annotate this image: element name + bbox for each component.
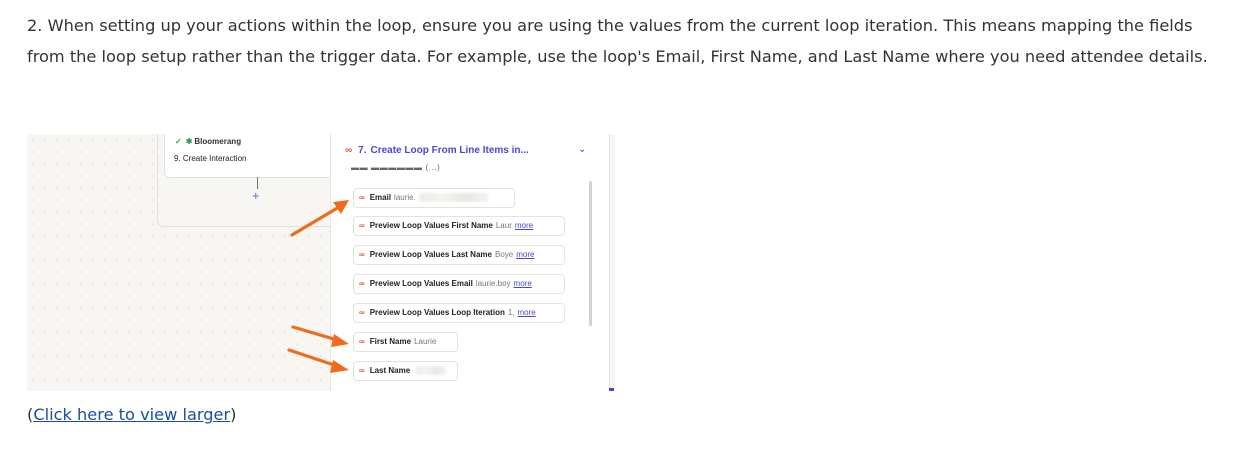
- arrow-to-email-icon: [290, 200, 349, 237]
- step-paragraph: 2. When setting up your actions within t…: [27, 16, 1208, 67]
- view-larger-link[interactable]: Click here to view larger: [33, 405, 230, 424]
- annotation-arrows: [287, 200, 349, 373]
- corner-mark: [609, 388, 614, 391]
- arrow-to-last-name-icon: [287, 348, 349, 373]
- arrow-to-first-name-icon: [291, 325, 349, 347]
- view-larger-line: (Click here to view larger): [27, 405, 237, 424]
- zapier-editor-screenshot: ✓✱Bloomerang 9. Create Interaction + ✱ ▪…: [27, 134, 615, 391]
